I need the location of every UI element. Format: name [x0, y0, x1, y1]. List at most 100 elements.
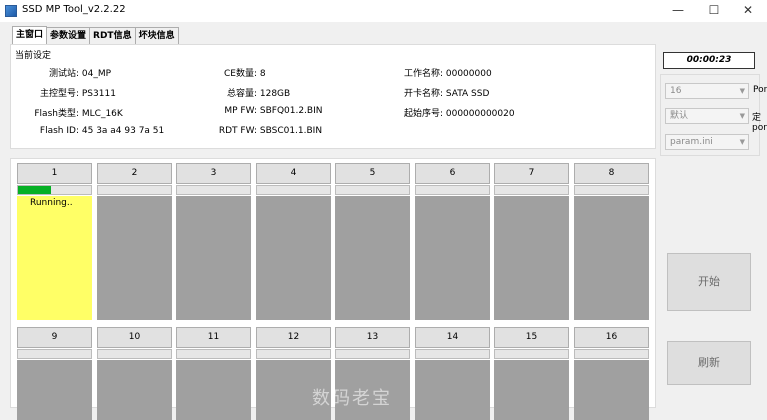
- tab-main[interactable]: 主窗口: [12, 26, 48, 45]
- app-icon: [5, 5, 17, 17]
- rdt-fw-row: RDT FW: SBSC01.1.BIN: [201, 126, 322, 136]
- tab-rdt[interactable]: RDT信息: [89, 27, 136, 45]
- port-11: 11: [176, 327, 251, 420]
- ce-count-value: 8: [259, 69, 266, 79]
- port-status-area: [494, 196, 569, 320]
- port-progress-bar: [335, 185, 410, 195]
- default-select[interactable]: 默认 ▼: [665, 108, 749, 124]
- station-row: 测试站: 04_MP: [11, 66, 111, 79]
- start-serial-value: 000000000020: [445, 109, 515, 119]
- port-header[interactable]: 13: [335, 327, 410, 348]
- ports-select[interactable]: 16 ▼: [665, 83, 749, 99]
- capacity-value: 128GB: [259, 89, 291, 99]
- port-progress-bar: [176, 185, 251, 195]
- port-header[interactable]: 2: [97, 163, 172, 184]
- card-name-value: SATA SSD: [445, 89, 490, 99]
- port-progress-bar: [574, 349, 649, 359]
- port-8: 8: [574, 163, 649, 320]
- port-progress-bar: [256, 349, 331, 359]
- port-header[interactable]: 9: [17, 327, 92, 348]
- port-15: 15: [494, 327, 569, 420]
- port-progress-bar: [97, 349, 172, 359]
- port-status-area: [494, 360, 569, 420]
- chevron-down-icon: ▼: [739, 138, 745, 146]
- tab-params[interactable]: 参数设置: [46, 27, 91, 45]
- ini-select-value: param.ini: [670, 137, 713, 147]
- port-progress-bar: [256, 185, 331, 195]
- flash-type-row: Flash类型: MLC_16K: [11, 106, 122, 119]
- port-header[interactable]: 12: [256, 327, 331, 348]
- watermark: 数码老宝: [312, 388, 392, 409]
- port-progress-fill: [18, 186, 51, 194]
- start-button[interactable]: 开始: [667, 253, 751, 311]
- port-header[interactable]: 6: [415, 163, 490, 184]
- chevron-down-icon: ▼: [739, 112, 745, 120]
- close-icon[interactable]: ✕: [731, 0, 765, 22]
- port-status-area: [335, 196, 410, 320]
- start-serial-row: 起始序号: 000000000020: [381, 106, 515, 119]
- minimize-icon[interactable]: —: [661, 0, 695, 22]
- port-6: 6: [415, 163, 490, 320]
- mp-fw-row: MP FW: SBFQ01.2.BIN: [201, 106, 322, 116]
- controller-label: 主控型号:: [39, 89, 79, 99]
- app-window: SSD MP Tool_v2.2.22 — ☐ ✕ 主窗口 参数设置 RDT信息 坏块…: [0, 0, 767, 420]
- port-header[interactable]: 8: [574, 163, 649, 184]
- refresh-button[interactable]: 刷新: [667, 341, 751, 385]
- flash-id-value: 45 3a a4 93 7a 51: [81, 126, 165, 136]
- port-status-area: [256, 196, 331, 320]
- port-14: 14: [415, 327, 490, 420]
- port-2: 2: [97, 163, 172, 320]
- title-bar: SSD MP Tool_v2.2.22 — ☐ ✕: [0, 0, 767, 22]
- port-header[interactable]: 5: [335, 163, 410, 184]
- port-header[interactable]: 14: [415, 327, 490, 348]
- tab-bar: 主窗口 参数设置 RDT信息 坏块信息: [12, 26, 179, 45]
- controller-value: PS3111: [81, 89, 116, 99]
- port-header[interactable]: 15: [494, 327, 569, 348]
- port-status-area: [415, 360, 490, 420]
- port-10: 10: [97, 327, 172, 420]
- port-header[interactable]: 4: [256, 163, 331, 184]
- capacity-row: 总容量: 128GB: [201, 86, 290, 99]
- port-header[interactable]: 1: [17, 163, 92, 184]
- ini-select[interactable]: param.ini ▼: [665, 134, 749, 150]
- port-5: 5: [335, 163, 410, 320]
- window-title: SSD MP Tool_v2.2.22: [22, 4, 126, 15]
- port-header[interactable]: 7: [494, 163, 569, 184]
- port-4: 4: [256, 163, 331, 320]
- port-progress-bar: [176, 349, 251, 359]
- port-3: 3: [176, 163, 251, 320]
- maximize-icon[interactable]: ☐: [697, 0, 731, 22]
- port-status-area: [415, 196, 490, 320]
- port-1: 1 Running..: [17, 163, 92, 320]
- ce-count-label: CE数量:: [223, 69, 257, 79]
- card-name-label: 开卡名称:: [403, 89, 443, 99]
- port-header[interactable]: 3: [176, 163, 251, 184]
- rdt-fw-label: RDT FW:: [218, 126, 257, 136]
- port-9: 9: [17, 327, 92, 420]
- ports-label: Ports: [753, 85, 767, 95]
- port-16: 16: [574, 327, 649, 420]
- port-progress-bar: [415, 185, 490, 195]
- tab-badblock[interactable]: 坏块信息: [134, 27, 179, 45]
- port-7: 7: [494, 163, 569, 320]
- port-header[interactable]: 10: [97, 327, 172, 348]
- port-status-area: [97, 360, 172, 420]
- mp-fw-label: MP FW:: [224, 106, 257, 116]
- ce-count-row: CE数量: 8: [201, 66, 266, 79]
- port-progress-bar: [494, 185, 569, 195]
- port-header[interactable]: 11: [176, 327, 251, 348]
- elapsed-timer: 00:00:23: [663, 52, 755, 69]
- port-progress-bar: [97, 185, 172, 195]
- port-status-text: Running..: [30, 198, 73, 208]
- work-name-row: 工作名称: 00000000: [381, 66, 492, 79]
- chevron-down-icon: ▼: [739, 87, 745, 95]
- flash-id-label: Flash ID:: [39, 126, 79, 136]
- card-name-row: 开卡名称: SATA SSD: [381, 86, 489, 99]
- port-status-area: [176, 360, 251, 420]
- port-header[interactable]: 16: [574, 327, 649, 348]
- port-progress-bar: [335, 349, 410, 359]
- port-progress-bar: [415, 349, 490, 359]
- mp-fw-value: SBFQ01.2.BIN: [259, 106, 323, 116]
- default-port-label: 定port: [752, 113, 767, 133]
- start-serial-label: 起始序号:: [403, 109, 443, 119]
